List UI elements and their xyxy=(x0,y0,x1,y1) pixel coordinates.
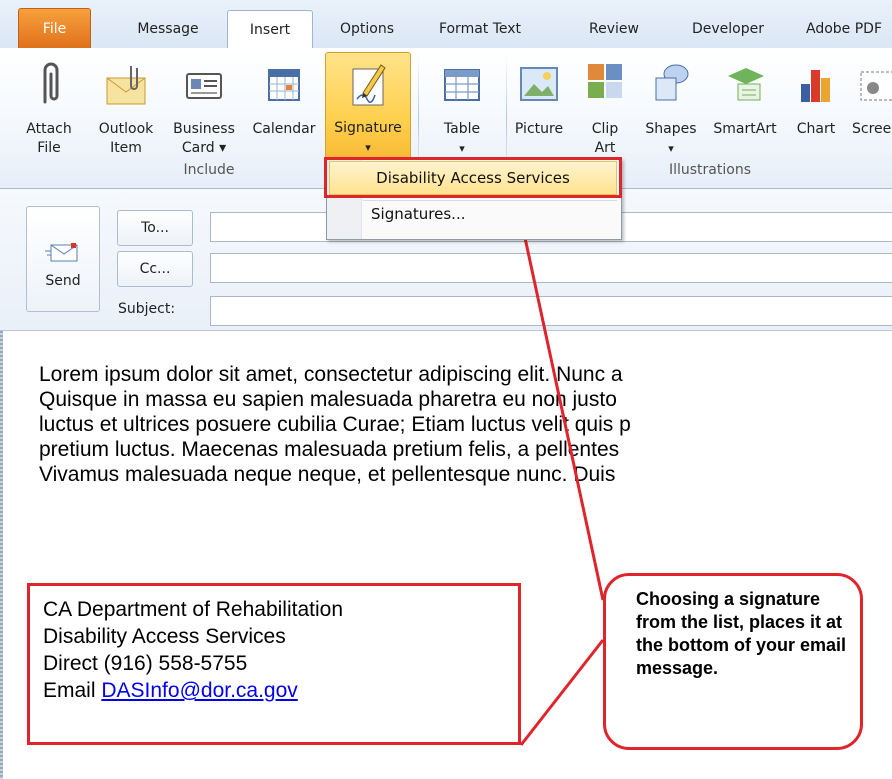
menu-item-highlight-box xyxy=(324,157,622,198)
menu-divider xyxy=(363,200,617,201)
instruction-callout: Choosing a signature from the list, plac… xyxy=(603,573,863,750)
menu-item-signatures[interactable]: Signatures... xyxy=(371,205,465,223)
outlook-compose-window: File Message Insert Options Format Text … xyxy=(0,0,892,779)
callout-text: Choosing a signature from the list, plac… xyxy=(636,589,847,678)
